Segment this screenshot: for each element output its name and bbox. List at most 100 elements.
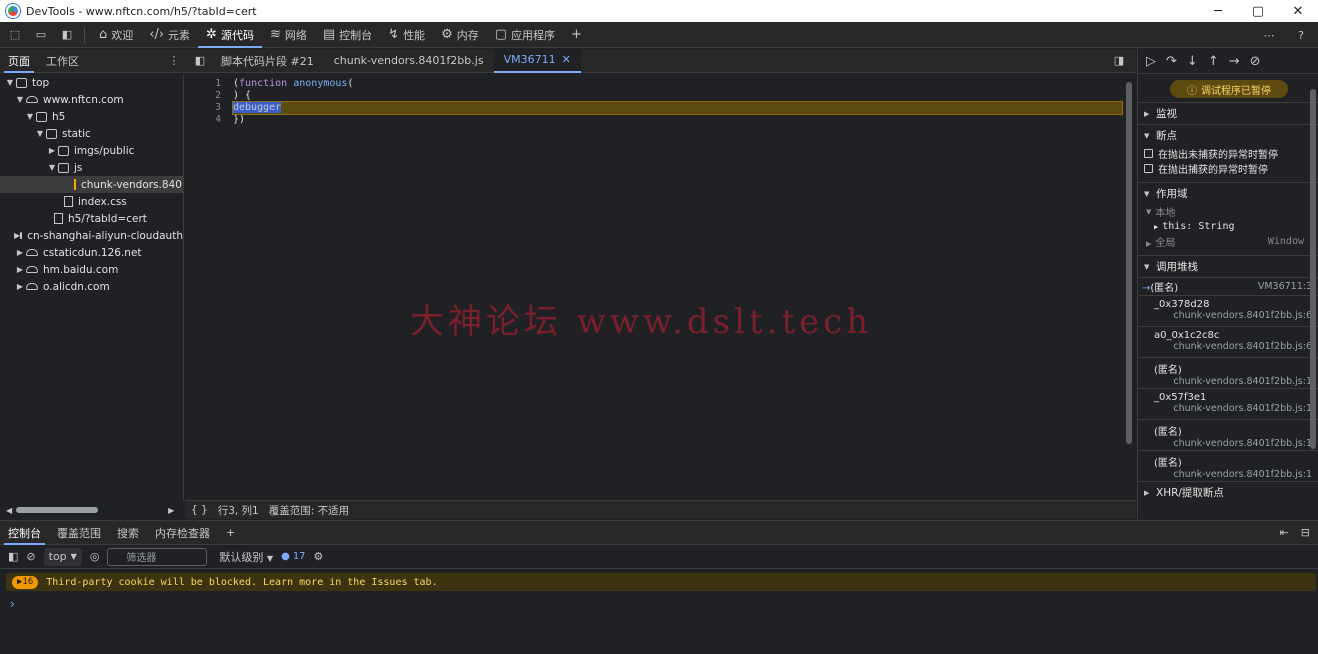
device-toolbar-icon[interactable]: ▭ bbox=[30, 24, 52, 46]
scope-local[interactable]: ▼ 本地 bbox=[1138, 204, 1318, 220]
code-line-2[interactable]: ) { bbox=[233, 90, 1122, 102]
editor-vertical-scrollbar[interactable] bbox=[1126, 82, 1132, 444]
tab-performance[interactable]: ↯ 性能 bbox=[380, 22, 433, 48]
pretty-print-button[interactable]: { } bbox=[191, 504, 208, 516]
call-frame[interactable]: _0x378d28 chunk-vendors.8401f2bb.js:6 bbox=[1138, 295, 1318, 326]
sidebar-toggle-icon[interactable]: ◧ bbox=[8, 550, 18, 563]
navigator-horizontal-scrollbar[interactable]: ◀ ▶ bbox=[0, 502, 184, 518]
close-window-button[interactable]: ✕ bbox=[1278, 0, 1318, 22]
step-into-icon[interactable]: ↓ bbox=[1187, 54, 1198, 69]
resume-icon[interactable]: ▷ bbox=[1146, 54, 1156, 69]
close-tab-icon[interactable]: ✕ bbox=[562, 53, 571, 66]
tab-network[interactable]: ≋ 网络 bbox=[262, 22, 315, 48]
scroll-right-icon[interactable]: ▶ bbox=[168, 506, 174, 515]
navigator-more-icon[interactable]: ⋮ bbox=[163, 50, 185, 72]
live-expression-eye-icon[interactable]: ◎ bbox=[90, 550, 100, 563]
section-watch[interactable]: ▶ 监视 bbox=[1138, 102, 1318, 124]
line-number[interactable]: 2 bbox=[185, 90, 221, 102]
tab-memory[interactable]: ⚙ 内存 bbox=[433, 22, 487, 48]
file-tab-vm36711[interactable]: VM36711 ✕ bbox=[493, 48, 581, 73]
file-tab-snippet[interactable]: 脚本代码片段 #21 bbox=[211, 49, 324, 73]
drawer-tab-memory-inspector[interactable]: 内存检查器 bbox=[147, 521, 218, 545]
tree-item-file[interactable]: h5/?tabId=cert bbox=[0, 210, 183, 227]
sidebar-vertical-scrollbar[interactable] bbox=[1310, 89, 1316, 449]
section-breakpoints[interactable]: ▼ 断点 bbox=[1138, 124, 1318, 146]
scope-global[interactable]: ▶ 全局 Window bbox=[1138, 234, 1318, 249]
collapse-arrow-icon[interactable]: ▶ bbox=[14, 282, 26, 291]
line-gutter[interactable]: 1 2 3 4 bbox=[185, 78, 221, 126]
collapse-arrow-icon[interactable]: ▶ bbox=[46, 146, 58, 155]
code-line-4[interactable]: }) bbox=[233, 114, 1122, 126]
expand-arrow-icon[interactable]: ▼ bbox=[14, 95, 26, 104]
scrollbar-thumb[interactable] bbox=[16, 507, 99, 513]
log-levels-dropdown[interactable]: 默认级别 ▼ bbox=[219, 549, 273, 565]
clear-console-icon[interactable]: ⊘ bbox=[26, 550, 35, 563]
code-editor[interactable]: 1 2 3 4 (function anonymous( ) { debugge… bbox=[185, 74, 1136, 500]
tree-item-domain[interactable]: ▶ cn-shanghai-aliyun-cloudauth bbox=[0, 227, 183, 244]
paused-execution-line[interactable]: debugger bbox=[232, 101, 1123, 115]
add-panel-button[interactable]: + bbox=[563, 22, 590, 48]
close-drawer-icon[interactable]: ⊟ bbox=[1301, 526, 1310, 539]
maximize-button[interactable]: ▢ bbox=[1238, 0, 1278, 22]
deactivate-breakpoints-icon[interactable]: ⊘ bbox=[1250, 54, 1261, 69]
toggle-navigator-icon[interactable]: ◧ bbox=[189, 50, 211, 72]
console-filter-input[interactable]: 筛选器 bbox=[107, 547, 208, 566]
checkbox-box[interactable] bbox=[1144, 164, 1153, 173]
collapse-arrow-icon[interactable]: ▶ bbox=[14, 265, 26, 274]
file-tab-chunk-vendors[interactable]: chunk-vendors.8401f2bb.js bbox=[324, 49, 494, 73]
navigator-tab-page[interactable]: 页面 bbox=[0, 49, 38, 73]
tab-application[interactable]: ▢ 应用程序 bbox=[487, 22, 563, 48]
call-frame[interactable]: (匿名) chunk-vendors.8401f2bb.js:1 bbox=[1138, 357, 1318, 388]
expand-arrow-icon[interactable]: ▼ bbox=[34, 129, 46, 138]
call-frame-current[interactable]: →(匿名) VM36711:3 bbox=[1138, 277, 1318, 295]
tree-item-folder[interactable]: ▼ static bbox=[0, 125, 183, 142]
inspect-element-icon[interactable]: ⬚ bbox=[4, 24, 26, 46]
line-number[interactable]: 1 bbox=[185, 78, 221, 90]
tab-elements[interactable]: ‹/› 元素 bbox=[141, 22, 198, 48]
checkbox-box[interactable] bbox=[1144, 149, 1153, 158]
tab-sources[interactable]: ✲ 源代码 bbox=[198, 22, 262, 48]
tree-item-folder[interactable]: ▼ js bbox=[0, 159, 183, 176]
tree-item-top[interactable]: ▼ top bbox=[0, 74, 183, 91]
expand-arrow-icon[interactable]: ▼ bbox=[46, 163, 58, 172]
help-icon[interactable]: ? bbox=[1290, 24, 1312, 46]
step-over-icon[interactable]: ↷ bbox=[1166, 54, 1177, 69]
scroll-left-icon[interactable]: ◀ bbox=[6, 506, 12, 515]
console-settings-gear-icon[interactable]: ⚙ bbox=[314, 550, 324, 563]
minimize-button[interactable]: ─ bbox=[1198, 0, 1238, 22]
console-prompt[interactable]: › bbox=[10, 597, 1318, 611]
tree-item-file[interactable]: index.css bbox=[0, 193, 183, 210]
expand-arrow-icon[interactable]: ▼ bbox=[4, 78, 16, 87]
section-xhr-breakpoints[interactable]: ▶ XHR/提取断点 bbox=[1138, 481, 1318, 503]
tree-item-domain[interactable]: ▼ www.nftcn.com bbox=[0, 91, 183, 108]
call-frame[interactable]: (匿名) chunk-vendors.8401f2bb.js:1 bbox=[1138, 419, 1318, 450]
navigator-tab-workspace[interactable]: 工作区 bbox=[38, 49, 87, 73]
tree-item-domain[interactable]: ▶ o.alicdn.com bbox=[0, 278, 183, 295]
tree-item-file[interactable]: chunk-vendors.8401 bbox=[0, 176, 183, 193]
line-number[interactable]: 4 bbox=[185, 114, 221, 126]
dock-side-icon[interactable]: ◧ bbox=[56, 24, 78, 46]
tab-welcome[interactable]: ⌂ 欢迎 bbox=[91, 22, 141, 48]
call-frame[interactable]: _0x57f3e1 chunk-vendors.8401f2bb.js:1 bbox=[1138, 388, 1318, 419]
tree-item-domain[interactable]: ▶ hm.baidu.com bbox=[0, 261, 183, 278]
pause-caught-exceptions-checkbox[interactable]: 在抛出捕获的异常时暂停 bbox=[1138, 161, 1318, 176]
line-number[interactable]: 3 bbox=[185, 102, 221, 114]
call-frame[interactable]: a0_0x1c2c8c chunk-vendors.8401f2bb.js:6 bbox=[1138, 326, 1318, 357]
drawer-tab-search[interactable]: 搜索 bbox=[109, 521, 147, 545]
more-options-icon[interactable]: ⋯ bbox=[1258, 24, 1280, 46]
tree-item-folder[interactable]: ▶ imgs/public bbox=[0, 142, 183, 159]
pause-uncaught-exceptions-checkbox[interactable]: 在抛出未捕获的异常时暂停 bbox=[1138, 146, 1318, 161]
issues-counter[interactable]: ● 17 bbox=[281, 551, 305, 562]
context-selector[interactable]: top ▼ bbox=[43, 547, 82, 566]
step-icon[interactable]: → bbox=[1229, 54, 1240, 69]
step-out-icon[interactable]: ↑ bbox=[1208, 54, 1219, 69]
code-line-1[interactable]: (function anonymous( bbox=[233, 78, 1122, 90]
dock-drawer-icon[interactable]: ⇤ bbox=[1280, 526, 1289, 539]
console-warning-message[interactable]: ▶ 16 Third-party cookie will be blocked.… bbox=[6, 573, 1316, 591]
call-frame[interactable]: (匿名) chunk-vendors.8401f2bb.js:1 bbox=[1138, 450, 1318, 481]
section-call-stack[interactable]: ▼ 调用堆栈 bbox=[1138, 255, 1318, 277]
tree-item-domain[interactable]: ▶ cstaticdun.126.net bbox=[0, 244, 183, 261]
add-drawer-tab-button[interactable]: + bbox=[218, 521, 243, 545]
drawer-tab-coverage[interactable]: 覆盖范围 bbox=[49, 521, 109, 545]
collapse-arrow-icon[interactable]: ▶ bbox=[14, 248, 26, 257]
